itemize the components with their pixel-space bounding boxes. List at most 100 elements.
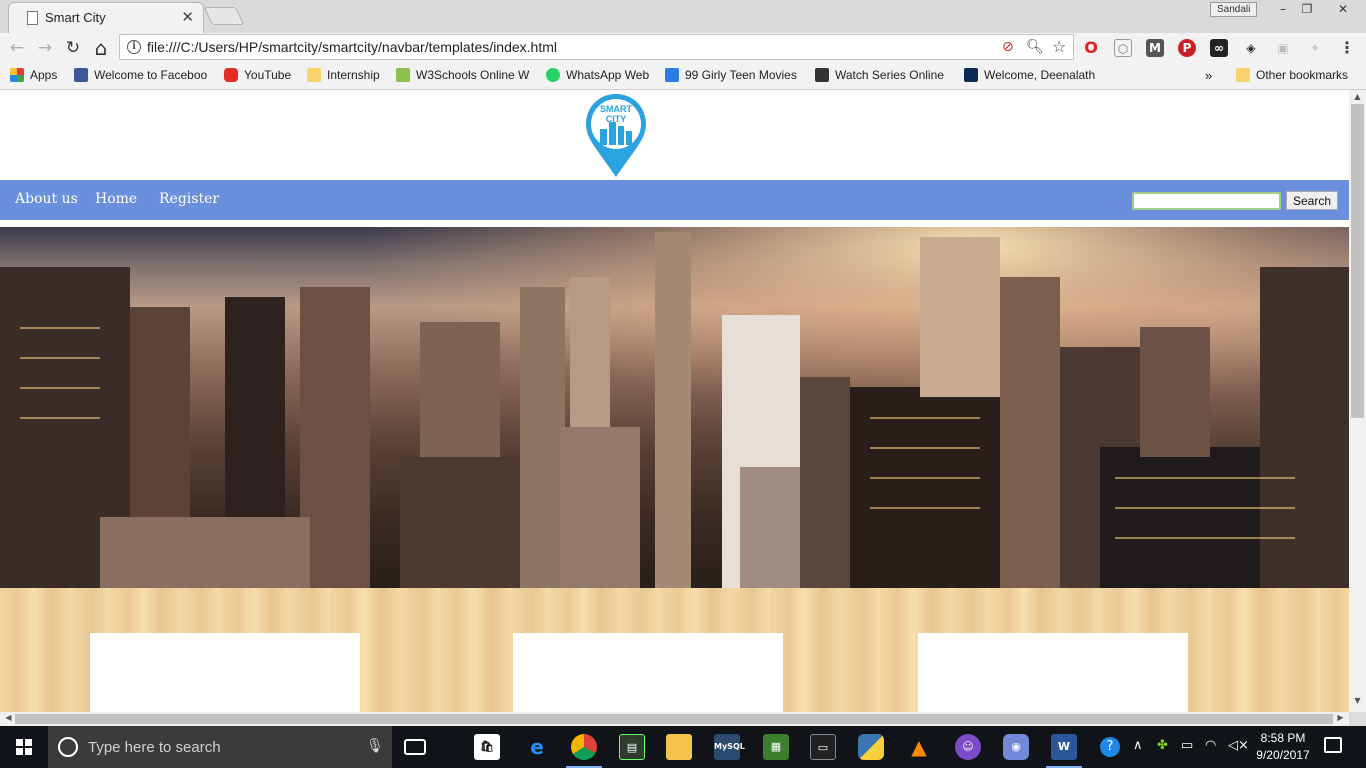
logo-text-smart: SMART — [600, 104, 632, 114]
help-icon[interactable]: ? — [1100, 737, 1120, 757]
folder-icon — [1236, 68, 1250, 82]
forward-button[interactable]: → — [34, 37, 56, 59]
new-tab-button[interactable] — [203, 7, 245, 25]
bookmark-label: YouTube — [244, 68, 292, 82]
site-info-icon[interactable]: i — [127, 40, 141, 54]
nav-home[interactable]: Home — [95, 191, 137, 207]
bookmark-w3schools[interactable]: W3Schools Online W — [396, 68, 534, 84]
volume-muted-icon[interactable]: ◁× — [1228, 738, 1249, 753]
vertical-scrollbar[interactable]: ▲ ▼ — [1349, 90, 1366, 712]
browser-tab-active[interactable]: Smart City ✕ — [8, 2, 204, 33]
bookmark-label: Apps — [30, 68, 58, 82]
bookmark-internship[interactable]: Internship — [307, 68, 380, 84]
youtube-icon — [224, 68, 238, 82]
cat-app-icon[interactable]: ☺ — [955, 734, 981, 760]
facebook-icon — [74, 68, 88, 82]
cube-extension-icon[interactable]: ⬡ — [1114, 39, 1132, 57]
w3schools-icon — [396, 68, 410, 82]
mysql-icon[interactable]: MySQL — [714, 734, 745, 760]
lock-extension-icon[interactable]: ▣ — [1274, 39, 1292, 57]
bookmark-apps[interactable]: Apps — [10, 68, 57, 84]
cortana-icon — [58, 737, 78, 757]
content-card — [513, 633, 783, 712]
scroll-down-arrow-icon[interactable]: ▼ — [1349, 696, 1366, 705]
zoom-icon[interactable]: 🔍︎ — [1026, 39, 1044, 55]
tab-close-icon[interactable]: ✕ — [181, 8, 194, 26]
m-extension-icon[interactable]: M — [1146, 39, 1164, 57]
qut-icon — [964, 68, 978, 82]
microphone-icon[interactable]: 🎙︎ — [366, 738, 384, 754]
chrome-icon[interactable] — [566, 734, 602, 768]
vertical-scroll-thumb[interactable] — [1351, 104, 1364, 418]
horizontal-scroll-thumb[interactable] — [15, 714, 1333, 724]
hero-divider — [0, 220, 1349, 226]
close-window-button[interactable]: ✕ — [1322, 0, 1364, 20]
nav-register[interactable]: Register — [159, 191, 219, 207]
vlc-icon[interactable]: ▲ — [906, 734, 932, 760]
page-viewport: SMART CITY About us Home Register Search — [0, 90, 1349, 712]
back-button[interactable]: ← — [6, 37, 28, 59]
scroll-up-arrow-icon[interactable]: ▲ — [1349, 92, 1366, 101]
spreadsheet-app-icon[interactable]: ▦ — [763, 734, 789, 760]
taskbar-search-placeholder: Type here to search — [88, 739, 221, 756]
site-search-button[interactable]: Search — [1286, 191, 1338, 210]
checkbox-icon — [665, 68, 679, 82]
bookmark-whatsapp[interactable]: WhatsApp Web — [546, 68, 649, 84]
apps-grid-icon — [10, 68, 24, 82]
diamond-extension-icon[interactable]: ◈ — [1242, 39, 1260, 57]
bookmarks-bar: Apps Welcome to Faceboo YouTube Internsh… — [0, 62, 1366, 90]
other-bookmarks-folder[interactable]: Other bookmarks — [1236, 68, 1348, 84]
wifi-icon[interactable]: ◠ — [1205, 738, 1216, 753]
windows-logo-icon — [16, 739, 32, 755]
word-icon[interactable]: W — [1046, 734, 1082, 768]
bookmark-youtube[interactable]: YouTube — [224, 68, 291, 84]
horizontal-scrollbar[interactable]: ◀ ▶ — [0, 712, 1349, 726]
edge-icon[interactable]: e — [524, 734, 550, 760]
opera-extension-icon[interactable]: O — [1082, 39, 1100, 57]
taskbar-search-box[interactable]: Type here to search 🎙︎ — [48, 726, 392, 768]
browser-titlebar: Smart City ✕ Sandali – ❐ ✕ — [0, 0, 1366, 33]
profile-button[interactable]: Sandali — [1210, 2, 1258, 17]
glasses-extension-icon[interactable]: ∞ — [1210, 39, 1228, 57]
menu-kebab-icon[interactable]: ⋮ — [1338, 39, 1356, 57]
address-url[interactable]: file:///C:/Users/HP/smartcity/smartcity/… — [147, 39, 557, 55]
bookmark-label: Internship — [327, 68, 380, 82]
nav-about-us[interactable]: About us — [15, 191, 78, 207]
reload-button[interactable]: ↻ — [62, 37, 84, 59]
address-bar[interactable]: i file:///C:/Users/HP/smartcity/smartcit… — [119, 34, 1074, 60]
home-button[interactable]: ⌂ — [90, 37, 112, 59]
terminal-app-icon[interactable]: ▤ — [619, 734, 645, 760]
bookmark-girly-movies[interactable]: 99 Girly Teen Movies — [665, 68, 797, 84]
content-card — [918, 633, 1188, 712]
site-navbar: About us Home Register Search — [0, 180, 1349, 220]
bookmark-facebook[interactable]: Welcome to Faceboo — [74, 68, 212, 84]
file-explorer-icon[interactable] — [666, 734, 692, 760]
blocked-content-icon[interactable]: ⊘ — [1002, 39, 1014, 55]
discord-icon[interactable]: ◉ — [1003, 734, 1029, 760]
action-center-icon[interactable] — [1324, 737, 1342, 753]
more-bookmarks-button[interactable]: » — [1205, 68, 1212, 84]
start-button[interactable] — [0, 726, 48, 768]
store-icon[interactable]: 🛍︎ — [474, 734, 500, 760]
restore-button[interactable]: ❐ — [1292, 0, 1322, 20]
site-search-input[interactable] — [1132, 192, 1281, 210]
bookmark-watch-series[interactable]: Watch Series Online — [815, 68, 951, 84]
battery-icon[interactable]: ▭ — [1181, 738, 1193, 753]
python-icon[interactable] — [858, 734, 884, 760]
bookmark-qut[interactable]: Welcome, Deenalath — [964, 68, 1102, 84]
bookmark-label: 99 Girly Teen Movies — [685, 68, 797, 82]
tab-title: Smart City — [45, 10, 106, 25]
taskbar-clock[interactable]: 8:58 PM 9/20/2017 — [1250, 730, 1316, 764]
pinterest-icon[interactable]: P — [1178, 39, 1196, 57]
bookmark-label: W3Schools Online W — [416, 68, 530, 82]
show-hidden-icons-icon[interactable]: ∧ — [1133, 738, 1143, 753]
clock-time: 8:58 PM — [1260, 731, 1306, 745]
content-card — [90, 633, 360, 712]
bookmark-star-icon[interactable]: ☆ — [1052, 37, 1066, 56]
scroll-right-arrow-icon[interactable]: ▶ — [1332, 713, 1349, 722]
command-prompt-icon[interactable]: ▭ — [810, 734, 836, 760]
smart-city-logo: SMART CITY — [586, 94, 646, 177]
dropbox-icon[interactable]: ✤ — [1157, 738, 1168, 753]
task-view-icon[interactable] — [404, 739, 426, 755]
puzzle-extension-icon[interactable]: ✦ — [1306, 39, 1324, 57]
